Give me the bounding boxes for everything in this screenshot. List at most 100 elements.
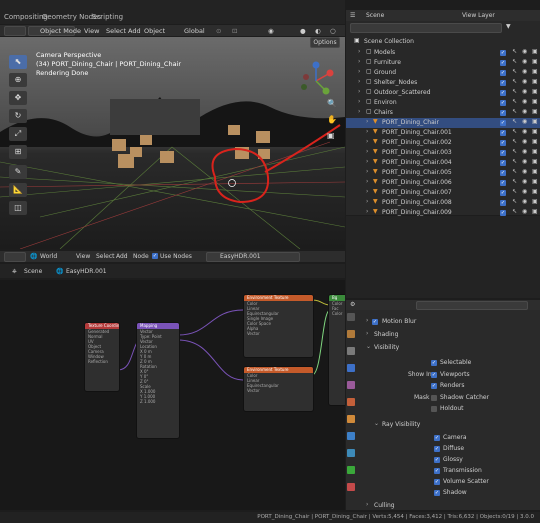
expand-icon[interactable]: › <box>366 128 368 135</box>
eye-icon[interactable]: ◉ <box>522 58 527 65</box>
snap-icon[interactable]: ⊡ <box>232 27 237 35</box>
exclude-checkbox[interactable]: ✓ <box>500 60 506 66</box>
camera-icon[interactable]: ▣ <box>532 68 538 75</box>
eye-icon[interactable]: ◉ <box>522 188 527 195</box>
shading-rendered-icon[interactable]: ○ <box>330 27 336 35</box>
eye-icon[interactable]: ◉ <box>522 198 527 205</box>
expand-icon[interactable]: › <box>366 148 368 155</box>
camera-icon[interactable]: ▣ <box>532 188 538 195</box>
outliner-editor-icon[interactable]: ☰ <box>350 12 355 19</box>
eye-icon[interactable]: ◉ <box>522 108 527 115</box>
select-toggle-icon[interactable]: ↖ <box>512 118 517 125</box>
select-tool-icon[interactable]: ⬉ <box>9 55 27 69</box>
camera-icon[interactable]: ▣ <box>532 158 538 165</box>
transmission-checkbox[interactable]: ✓ <box>434 468 440 474</box>
eye-icon[interactable]: ◉ <box>522 88 527 95</box>
outliner-root[interactable]: ▣ Scene Collection <box>346 37 540 47</box>
exclude-checkbox[interactable]: ✓ <box>500 150 506 156</box>
select-toggle-icon[interactable]: ↖ <box>512 98 517 105</box>
measure-tool-icon[interactable]: 📐 <box>9 183 27 197</box>
expand-icon[interactable]: › <box>358 58 360 65</box>
chair-object-row[interactable]: › ▼ PORT_Dining_Chair.002 ✓ ↖ ◉ ▣ <box>346 138 540 148</box>
exclude-checkbox[interactable]: ✓ <box>500 70 506 76</box>
expand-icon[interactable]: › <box>366 198 368 205</box>
expand-icon[interactable]: › <box>358 98 360 105</box>
exclude-checkbox[interactable]: ✓ <box>500 120 506 126</box>
panel-culling[interactable]: › Culling <box>346 501 540 511</box>
eye-icon[interactable]: ◉ <box>522 98 527 105</box>
menu-view[interactable]: View <box>84 27 99 35</box>
output-tab-icon[interactable] <box>347 347 355 355</box>
panel-shading[interactable]: › Shading <box>346 330 540 340</box>
camera-icon[interactable]: ▣ <box>532 138 538 145</box>
camera-icon[interactable]: ▣ <box>532 128 538 135</box>
camera-icon[interactable]: ▣ <box>532 118 538 125</box>
select-toggle-icon[interactable]: ↖ <box>512 88 517 95</box>
pivot-icon[interactable]: ⊙ <box>216 27 221 35</box>
volume-scatter-ray-row[interactable]: ✓ Volume Scatter <box>346 477 540 487</box>
scale-tool-icon[interactable]: ⤢ <box>9 127 27 141</box>
chair-object-row[interactable]: › ▼ PORT_Dining_Chair.005 ✓ ↖ ◉ ▣ <box>346 168 540 178</box>
modifier-tab-icon[interactable] <box>347 432 355 440</box>
panel-visibility[interactable]: ⌄ Visibility <box>346 343 540 353</box>
exclude-checkbox[interactable]: ✓ <box>500 140 506 146</box>
select-toggle-icon[interactable]: ↖ <box>512 168 517 175</box>
visibility-icon[interactable]: ◉ <box>268 27 274 35</box>
chair-object-row[interactable]: › ▼ PORT_Dining_Chair.007 ✓ ↖ ◉ ▣ <box>346 188 540 198</box>
node-menu-view[interactable]: View <box>76 253 90 260</box>
select-toggle-icon[interactable]: ↖ <box>512 198 517 205</box>
select-toggle-icon[interactable]: ↖ <box>512 48 517 55</box>
panel-motion-blur[interactable]: › ✓ Motion Blur <box>346 317 540 327</box>
camera-icon[interactable]: ▣ <box>532 78 538 85</box>
camera-icon[interactable]: ▣ <box>532 58 538 65</box>
orientation-dropdown[interactable]: Global <box>184 27 205 35</box>
camera-icon[interactable]: ▣ <box>532 88 538 95</box>
3d-viewport[interactable]: Camera Perspective (34) PORT_Dining_Chai… <box>0 37 345 249</box>
eye-icon[interactable]: ◉ <box>522 68 527 75</box>
navigation-gizmo[interactable] <box>296 59 338 99</box>
select-toggle-icon[interactable]: ↖ <box>512 108 517 115</box>
collection-row[interactable]: › ▢ Shelter_Nodes ✓ ↖ ◉ ▣ <box>346 78 540 88</box>
scene-tab-icon[interactable] <box>347 381 355 389</box>
world-tab-icon[interactable] <box>347 398 355 406</box>
zoom-icon[interactable]: 🔍 <box>327 99 337 108</box>
cursor-tool-icon[interactable]: ⊕ <box>9 73 27 87</box>
menu-select[interactable]: Select <box>106 27 126 35</box>
outliner-search-input[interactable] <box>350 23 502 33</box>
mapping-node[interactable]: Mapping Vector Type: Point Vector Location… <box>136 322 180 439</box>
eye-icon[interactable]: ◉ <box>522 128 527 135</box>
selectable-row[interactable]: ✓ Selectable <box>346 358 540 368</box>
node-menu-add[interactable]: Add <box>116 253 128 260</box>
camera-icon[interactable]: ▣ <box>532 208 538 215</box>
diffuse-ray-row[interactable]: ✓ Diffuse <box>346 444 540 454</box>
camera-icon[interactable]: ▣ <box>532 178 538 185</box>
expand-icon[interactable]: › <box>366 178 368 185</box>
renders-row[interactable]: ✓ Renders <box>346 381 540 391</box>
chair-object-row[interactable]: › ▼ PORT_Dining_Chair.004 ✓ ↖ ◉ ▣ <box>346 158 540 168</box>
renders-checkbox[interactable]: ✓ <box>431 383 437 389</box>
panel-ray-visibility[interactable]: ⌄ Ray Visibility <box>346 420 540 430</box>
diffuse-checkbox[interactable]: ✓ <box>434 446 440 452</box>
expand-icon[interactable]: › <box>366 168 368 175</box>
node-editor-type-button[interactable] <box>4 252 26 262</box>
camera-icon[interactable]: ▣ <box>532 98 538 105</box>
exclude-checkbox[interactable]: ✓ <box>500 130 506 136</box>
select-toggle-icon[interactable]: ↖ <box>512 128 517 135</box>
collection-row[interactable]: › ▢ Outdoor_Scattered ✓ ↖ ◉ ▣ <box>346 88 540 98</box>
collection-row[interactable]: › ▢ Environ ✓ ↖ ◉ ▣ <box>346 98 540 108</box>
select-toggle-icon[interactable]: ↖ <box>512 58 517 65</box>
physics-tab-icon[interactable] <box>347 466 355 474</box>
chair-object-row[interactable]: › ▼ PORT_Dining_Chair.003 ✓ ↖ ◉ ▣ <box>346 148 540 158</box>
expand-icon[interactable]: › <box>358 108 360 115</box>
properties-editor-icon[interactable]: ⚙ <box>350 301 355 308</box>
collection-row[interactable]: › ▢ Ground ✓ ↖ ◉ ▣ <box>346 68 540 78</box>
eye-icon[interactable]: ◉ <box>522 138 527 145</box>
camera-ray-row[interactable]: ✓ Camera <box>346 433 540 443</box>
camera-icon[interactable]: ▣ <box>532 108 538 115</box>
exclude-checkbox[interactable]: ✓ <box>500 100 506 106</box>
environment-texture-node[interactable]: Environment Texture Color Linear Equirecta… <box>243 294 314 358</box>
collection-row[interactable]: › ▢ Models ✓ ↖ ◉ ▣ <box>346 48 540 58</box>
collection-row[interactable]: › ▢ Chairs ✓ ↖ ◉ ▣ <box>346 108 540 118</box>
scene-selector[interactable]: Scene <box>366 12 384 19</box>
exclude-checkbox[interactable]: ✓ <box>500 180 506 186</box>
